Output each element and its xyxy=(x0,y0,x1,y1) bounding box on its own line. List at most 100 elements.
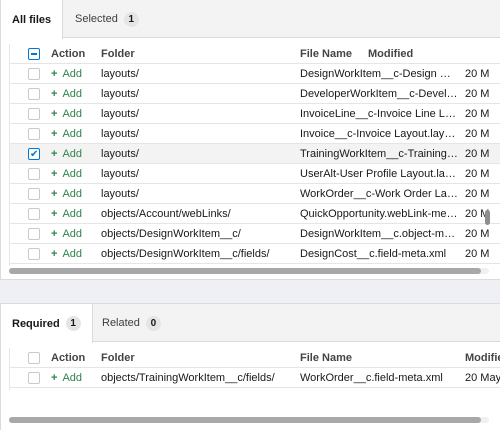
table-row[interactable]: + Add layouts/DesignWorkItem__c-Design Wor… xyxy=(10,64,500,84)
scrollbar-thumb[interactable] xyxy=(9,268,481,274)
table-row[interactable]: + Add objects/DesignWorkItem__c/DesignWork… xyxy=(10,224,500,244)
add-label: Add xyxy=(62,128,83,140)
plus-icon: + xyxy=(51,248,58,260)
add-label: Add xyxy=(62,68,83,80)
folder-cell: objects/DesignWorkItem__c/fields/ xyxy=(101,248,270,260)
horizontal-scrollbar[interactable] xyxy=(9,417,489,423)
row-checkbox[interactable] xyxy=(28,248,40,260)
modified-cell: 20 M xyxy=(465,248,490,260)
row-select-cell xyxy=(28,124,42,144)
row-checkbox[interactable] xyxy=(28,108,40,120)
add-label: Add xyxy=(62,188,83,200)
row-select-cell xyxy=(28,204,42,224)
add-label: Add xyxy=(62,88,83,100)
all-files-panel: All files Selected 1 Action Folder File … xyxy=(0,0,500,280)
add-action[interactable]: + Add xyxy=(51,244,101,264)
file-name-cell: WorkOrder__c-Work Order Layout... xyxy=(300,188,458,200)
add-action[interactable]: + Add xyxy=(51,64,101,84)
top-tabbar: All files Selected 1 xyxy=(1,0,500,39)
row-checkbox[interactable] xyxy=(28,168,40,180)
row-select-cell xyxy=(28,184,42,204)
table-row[interactable]: + Add layouts/DeveloperWorkItem__c-Develop… xyxy=(10,84,500,104)
column-header-file-name[interactable]: File Name xyxy=(300,348,458,368)
folder-cell: objects/DesignWorkItem__c/ xyxy=(101,228,241,240)
file-name-cell: DesignWorkItem__c-Design Work ... xyxy=(300,68,458,80)
modified-cell: 20 M xyxy=(465,208,490,220)
plus-icon: + xyxy=(51,128,58,140)
row-checkbox[interactable] xyxy=(28,145,40,164)
table-row[interactable]: + Add layouts/WorkOrder__c-Work Order Layo… xyxy=(10,184,500,204)
row-checkbox[interactable] xyxy=(28,68,40,80)
tab-selected[interactable]: Selected 1 xyxy=(64,0,150,38)
select-all-checkbox[interactable] xyxy=(28,352,40,364)
folder-cell: layouts/ xyxy=(101,148,139,160)
horizontal-scrollbar[interactable] xyxy=(9,268,489,274)
modified-cell: 20 M xyxy=(465,148,490,160)
add-action[interactable]: + Add xyxy=(51,84,101,104)
file-name-cell: DesignCost__c.field-meta.xml xyxy=(300,248,447,260)
column-header-action: Action xyxy=(51,48,86,60)
table-row[interactable]: + Add layouts/Invoice__c-Invoice Layout.la… xyxy=(10,124,500,144)
add-action[interactable]: + Add xyxy=(51,204,101,224)
column-header-modified[interactable]: Modified xyxy=(368,44,413,64)
folder-cell: layouts/ xyxy=(101,168,139,180)
row-checkbox[interactable] xyxy=(28,188,40,200)
table-header: Action Folder File Name Modified xyxy=(10,44,500,64)
row-checkbox[interactable] xyxy=(28,128,40,140)
plus-icon: + xyxy=(51,208,58,220)
modified-cell: 20 M xyxy=(465,108,490,120)
modified-cell: 20 M xyxy=(465,68,490,80)
row-select-cell xyxy=(28,244,42,264)
plus-icon: + xyxy=(51,108,58,120)
row-checkbox[interactable] xyxy=(28,208,40,220)
add-action[interactable]: + Add xyxy=(51,124,101,144)
table-row[interactable]: + Add objects/DesignWorkItem__c/fields/Des… xyxy=(10,244,500,264)
column-header-folder[interactable]: Folder xyxy=(101,44,299,64)
count-badge: 0 xyxy=(145,315,161,331)
tab-related[interactable]: Related 0 xyxy=(91,304,172,342)
bottom-tabbar: Required 1 Related 0 xyxy=(1,304,500,343)
modified-cell: 20 M xyxy=(465,188,490,200)
table-row[interactable]: + Add objects/TrainingWorkItem__c/fields/W… xyxy=(10,368,500,388)
add-label: Add xyxy=(62,148,83,160)
table-row[interactable]: + Add layouts/InvoiceLine__c-Invoice Line … xyxy=(10,104,500,124)
row-checkbox[interactable] xyxy=(28,88,40,100)
file-name-cell: Invoice__c-Invoice Layout.layout xyxy=(300,128,458,140)
add-action[interactable]: + Add xyxy=(51,144,101,164)
add-label: Add xyxy=(62,168,83,180)
count-badge: 1 xyxy=(65,316,81,331)
add-action[interactable]: + Add xyxy=(51,224,101,244)
folder-cell: layouts/ xyxy=(101,88,139,100)
column-header-action: Action xyxy=(51,352,86,364)
file-table: Action Folder File Name Modified + Add lay… xyxy=(9,44,500,266)
scrollbar-thumb[interactable] xyxy=(9,417,481,423)
row-select-cell xyxy=(28,104,42,124)
column-header-modified[interactable]: Modifie xyxy=(465,348,500,368)
plus-icon: + xyxy=(51,228,58,240)
file-name-cell: DeveloperWorkItem__c-Developer... xyxy=(300,88,458,100)
table-row[interactable]: + Add objects/Account/webLinks/QuickOpport… xyxy=(10,204,500,224)
add-action[interactable]: + Add xyxy=(51,104,101,124)
folder-cell: layouts/ xyxy=(101,108,139,120)
row-select-cell xyxy=(28,224,42,244)
row-select-cell xyxy=(28,84,42,104)
add-action[interactable]: + Add xyxy=(51,164,101,184)
tab-required[interactable]: Required 1 xyxy=(1,304,93,343)
file-name-cell: DesignWorkItem__c.object-meta.x... xyxy=(300,228,458,240)
table-row[interactable]: + Add layouts/UserAlt-User Profile Layout.… xyxy=(10,164,500,184)
add-label: Add xyxy=(62,248,83,260)
row-checkbox[interactable] xyxy=(28,228,40,240)
table-row[interactable]: + Add layouts/TrainingWorkItem__c-Training… xyxy=(10,144,500,164)
modified-cell: 20 M xyxy=(465,168,490,180)
column-header-file-name[interactable]: File Name xyxy=(300,44,364,64)
tab-label: Related xyxy=(102,317,140,329)
required-table: Action Folder File Name Modifie + Add obje… xyxy=(9,348,500,390)
add-action[interactable]: + Add xyxy=(51,368,101,388)
column-header-folder[interactable]: Folder xyxy=(101,348,299,368)
select-all-checkbox[interactable] xyxy=(28,48,40,60)
plus-icon: + xyxy=(51,168,58,180)
add-action[interactable]: + Add xyxy=(51,184,101,204)
row-checkbox[interactable] xyxy=(28,372,40,384)
vertical-scrollbar[interactable] xyxy=(485,210,490,225)
tab-all-files[interactable]: All files xyxy=(1,0,64,39)
